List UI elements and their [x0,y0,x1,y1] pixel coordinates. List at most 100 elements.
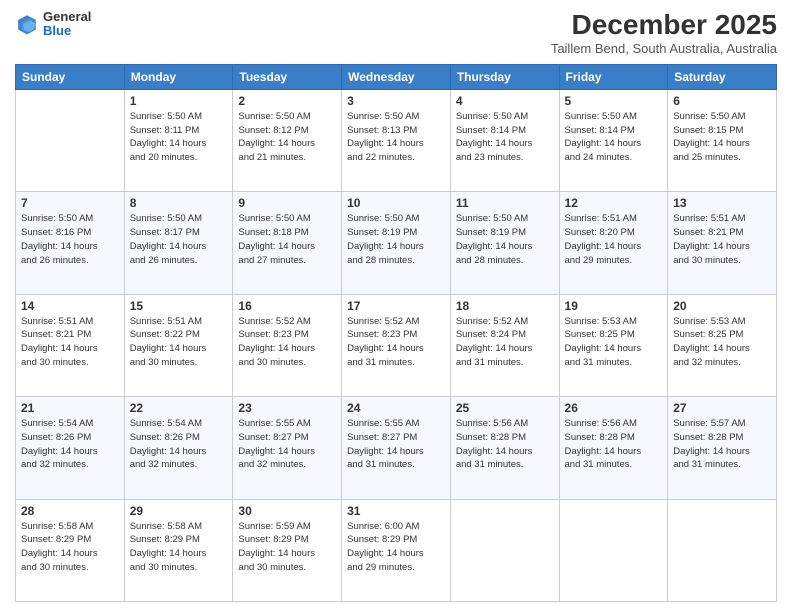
day-number: 27 [673,401,771,415]
day-number: 20 [673,299,771,313]
calendar-cell: 2Sunrise: 5:50 AM Sunset: 8:12 PM Daylig… [233,89,342,191]
calendar-cell [450,499,559,601]
logo-text: General Blue [43,10,91,39]
header-sunday: Sunday [16,64,125,89]
calendar-cell: 5 Sunrise: 5:50 AM Sunset: 8:14 PM Daylig… [559,89,668,191]
day-number: 11 [456,196,554,210]
calendar-cell: 6 Sunrise: 5:50 AM Sunset: 8:15 PM Daylig… [668,89,777,191]
logo-general-text: General [43,10,91,24]
calendar-cell: 16 Sunrise: 5:52 AM Sunset: 8:23 PM Dayli… [233,294,342,396]
day-info: Sunrise: 5:50 AM Sunset: 8:16 PM Dayligh… [21,212,119,267]
day-info: Sunrise: 5:55 AM Sunset: 8:27 PM Dayligh… [238,417,336,472]
calendar-week-4: 21 Sunrise: 5:54 AM Sunset: 8:26 PM Dayli… [16,397,777,499]
calendar-cell: 9 Sunrise: 5:50 AM Sunset: 8:18 PM Daylig… [233,192,342,294]
calendar-cell: 28 Sunrise: 5:58 AM Sunset: 8:29 PM Dayli… [16,499,125,601]
calendar-cell: 13Sunrise: 5:51 AM Sunset: 8:21 PM Dayli… [668,192,777,294]
calendar-cell: 18Sunrise: 5:52 AM Sunset: 8:24 PM Dayli… [450,294,559,396]
day-number: 30 [238,504,336,518]
day-info: Sunrise: 5:52 AM Sunset: 8:23 PM Dayligh… [238,315,336,370]
calendar-cell: 26Sunrise: 5:56 AM Sunset: 8:28 PM Dayli… [559,397,668,499]
header: General Blue December 2025 Taillem Bend,… [15,10,777,56]
page: General Blue December 2025 Taillem Bend,… [0,0,792,612]
day-number: 1 [130,94,228,108]
header-monday: Monday [124,64,233,89]
day-info: Sunrise: 5:53 AM Sunset: 8:25 PM Dayligh… [565,315,663,370]
header-saturday: Saturday [668,64,777,89]
day-number: 8 [130,196,228,210]
day-number: 25 [456,401,554,415]
calendar-table: Sunday Monday Tuesday Wednesday Thursday… [15,64,777,602]
calendar-cell [16,89,125,191]
calendar-cell: 4 Sunrise: 5:50 AM Sunset: 8:14 PM Daylig… [450,89,559,191]
calendar-week-5: 28 Sunrise: 5:58 AM Sunset: 8:29 PM Dayli… [16,499,777,601]
calendar-cell: 27 Sunrise: 5:57 AM Sunset: 8:28 PM Dayli… [668,397,777,499]
day-number: 24 [347,401,445,415]
header-wednesday: Wednesday [342,64,451,89]
day-info: Sunrise: 5:51 AM Sunset: 8:20 PM Dayligh… [565,212,663,267]
day-number: 9 [238,196,336,210]
calendar-cell: 29Sunrise: 5:58 AM Sunset: 8:29 PM Dayli… [124,499,233,601]
day-number: 3 [347,94,445,108]
calendar-week-1: 1 Sunrise: 5:50 AM Sunset: 8:11 PM Daylig… [16,89,777,191]
calendar-cell: 12Sunrise: 5:51 AM Sunset: 8:20 PM Dayli… [559,192,668,294]
day-info: Sunrise: 5:55 AM Sunset: 8:27 PM Dayligh… [347,417,445,472]
calendar-cell: 3 Sunrise: 5:50 AM Sunset: 8:13 PM Daylig… [342,89,451,191]
day-info: Sunrise: 5:50 AM Sunset: 8:19 PM Dayligh… [456,212,554,267]
logo-icon [15,12,39,36]
day-info: Sunrise: 5:53 AM Sunset: 8:25 PM Dayligh… [673,315,771,370]
day-info: Sunrise: 5:50 AM Sunset: 8:15 PM Dayligh… [673,110,771,165]
day-number: 22 [130,401,228,415]
logo-blue-text: Blue [43,24,91,38]
day-number: 16 [238,299,336,313]
calendar-cell: 22 Sunrise: 5:54 AM Sunset: 8:26 PM Dayli… [124,397,233,499]
day-info: Sunrise: 5:56 AM Sunset: 8:28 PM Dayligh… [565,417,663,472]
day-info: Sunrise: 5:56 AM Sunset: 8:28 PM Dayligh… [456,417,554,472]
calendar-cell: 30Sunrise: 5:59 AM Sunset: 8:29 PM Dayli… [233,499,342,601]
day-number: 10 [347,196,445,210]
calendar-cell: 14Sunrise: 5:51 AM Sunset: 8:21 PM Dayli… [16,294,125,396]
day-info: Sunrise: 5:57 AM Sunset: 8:28 PM Dayligh… [673,417,771,472]
day-info: Sunrise: 5:54 AM Sunset: 8:26 PM Dayligh… [130,417,228,472]
calendar-cell: 10Sunrise: 5:50 AM Sunset: 8:19 PM Dayli… [342,192,451,294]
calendar-cell [559,499,668,601]
day-info: Sunrise: 5:51 AM Sunset: 8:22 PM Dayligh… [130,315,228,370]
location: Taillem Bend, South Australia, Australia [551,41,777,56]
calendar-cell [668,499,777,601]
day-number: 28 [21,504,119,518]
title-block: December 2025 Taillem Bend, South Austra… [551,10,777,56]
day-number: 15 [130,299,228,313]
day-info: Sunrise: 5:52 AM Sunset: 8:23 PM Dayligh… [347,315,445,370]
calendar-cell: 31 Sunrise: 6:00 AM Sunset: 8:29 PM Dayli… [342,499,451,601]
day-info: Sunrise: 5:50 AM Sunset: 8:13 PM Dayligh… [347,110,445,165]
header-row: Sunday Monday Tuesday Wednesday Thursday… [16,64,777,89]
calendar-cell: 7Sunrise: 5:50 AM Sunset: 8:16 PM Daylig… [16,192,125,294]
calendar-cell: 21Sunrise: 5:54 AM Sunset: 8:26 PM Dayli… [16,397,125,499]
day-number: 5 [565,94,663,108]
day-info: Sunrise: 5:50 AM Sunset: 8:11 PM Dayligh… [130,110,228,165]
day-info: Sunrise: 5:50 AM Sunset: 8:14 PM Dayligh… [456,110,554,165]
month-title: December 2025 [551,10,777,41]
calendar-cell: 11 Sunrise: 5:50 AM Sunset: 8:19 PM Dayli… [450,192,559,294]
day-info: Sunrise: 5:50 AM Sunset: 8:18 PM Dayligh… [238,212,336,267]
day-number: 18 [456,299,554,313]
header-thursday: Thursday [450,64,559,89]
day-info: Sunrise: 5:50 AM Sunset: 8:14 PM Dayligh… [565,110,663,165]
calendar-cell: 23Sunrise: 5:55 AM Sunset: 8:27 PM Dayli… [233,397,342,499]
calendar-cell: 19 Sunrise: 5:53 AM Sunset: 8:25 PM Dayli… [559,294,668,396]
calendar-week-3: 14Sunrise: 5:51 AM Sunset: 8:21 PM Dayli… [16,294,777,396]
day-number: 21 [21,401,119,415]
calendar-cell: 17Sunrise: 5:52 AM Sunset: 8:23 PM Dayli… [342,294,451,396]
calendar-cell: 1 Sunrise: 5:50 AM Sunset: 8:11 PM Daylig… [124,89,233,191]
header-friday: Friday [559,64,668,89]
day-info: Sunrise: 5:58 AM Sunset: 8:29 PM Dayligh… [21,520,119,575]
day-number: 19 [565,299,663,313]
day-number: 4 [456,94,554,108]
day-number: 31 [347,504,445,518]
day-number: 14 [21,299,119,313]
header-tuesday: Tuesday [233,64,342,89]
day-number: 6 [673,94,771,108]
day-info: Sunrise: 6:00 AM Sunset: 8:29 PM Dayligh… [347,520,445,575]
calendar-cell: 24 Sunrise: 5:55 AM Sunset: 8:27 PM Dayli… [342,397,451,499]
day-number: 13 [673,196,771,210]
day-info: Sunrise: 5:50 AM Sunset: 8:17 PM Dayligh… [130,212,228,267]
